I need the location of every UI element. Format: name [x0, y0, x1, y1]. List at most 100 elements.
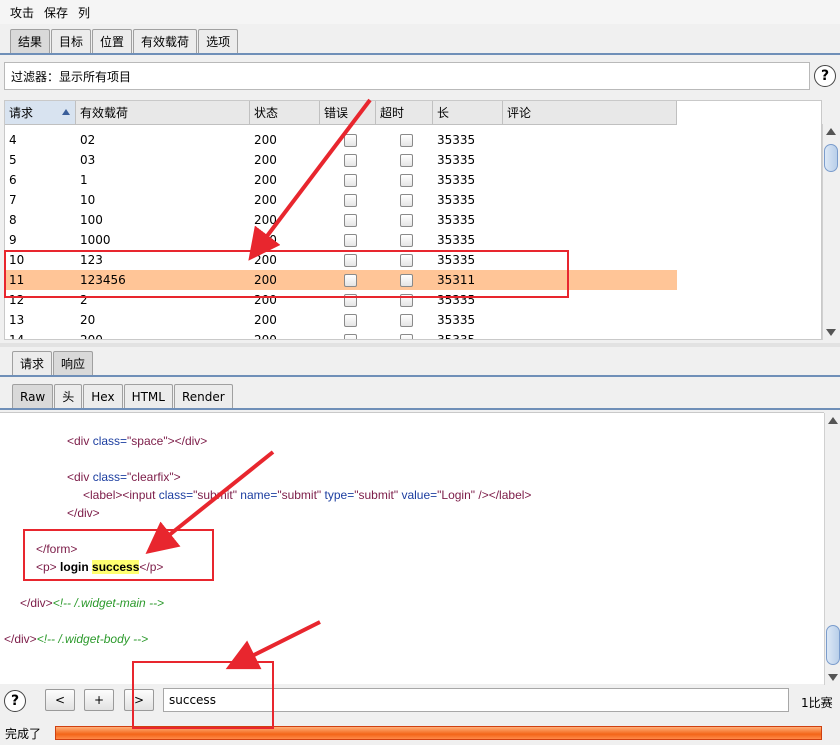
- split-divider[interactable]: [0, 343, 840, 347]
- tab-options[interactable]: 选项: [198, 29, 239, 53]
- error-checkbox[interactable]: [344, 173, 357, 187]
- tab-payloads[interactable]: 有效载荷: [133, 29, 198, 53]
- table-row[interactable]: 14 200 200 35335: [5, 330, 677, 340]
- table-row[interactable]: 13 20 200 35335: [5, 310, 677, 330]
- timeout-checkbox[interactable]: [400, 133, 413, 147]
- cell-payload: 200: [80, 333, 103, 340]
- cell-timeout: [376, 330, 433, 339]
- error-checkbox[interactable]: [344, 253, 357, 267]
- search-next-button[interactable]: >: [124, 689, 154, 711]
- col-error[interactable]: 错误: [320, 101, 376, 124]
- tab-hex[interactable]: Hex: [83, 384, 123, 408]
- error-checkbox[interactable]: [344, 153, 357, 167]
- cell-payload: 123456: [80, 273, 126, 287]
- error-checkbox[interactable]: [344, 333, 357, 339]
- table-row[interactable]: 5 03 200 35335: [5, 150, 677, 170]
- cell-length: 35311: [437, 273, 476, 287]
- response-code-view[interactable]: <div class="space"></div> <div class="cl…: [0, 412, 824, 684]
- table-row[interactable]: 6 1 200 35335: [5, 170, 677, 190]
- timeout-checkbox[interactable]: [400, 273, 413, 287]
- code-scrollbar[interactable]: [824, 413, 840, 685]
- detail-tabs: 请求 响应: [12, 351, 94, 375]
- scroll-down-icon[interactable]: [826, 329, 836, 336]
- timeout-checkbox[interactable]: [400, 313, 413, 327]
- col-payload[interactable]: 有效载荷: [76, 101, 250, 124]
- tab-headers[interactable]: 头: [54, 384, 83, 408]
- filter-bar[interactable]: 过滤器：显示所有项目: [4, 62, 810, 90]
- menu-columns[interactable]: 列: [78, 4, 90, 21]
- timeout-checkbox[interactable]: [400, 333, 413, 339]
- view-tab-divider: [0, 408, 840, 410]
- col-status[interactable]: 状态: [250, 101, 320, 124]
- search-help-icon[interactable]: ?: [4, 690, 26, 712]
- table-scrollbar[interactable]: [822, 124, 838, 340]
- table-row[interactable]: 11 123456 200 35311: [5, 270, 677, 290]
- cell-error: [320, 330, 376, 339]
- tab-request[interactable]: 请求: [12, 351, 53, 375]
- progress-bar: [55, 726, 822, 740]
- timeout-checkbox[interactable]: [400, 213, 413, 227]
- match-count: 1比赛: [801, 696, 833, 710]
- table-scroll-thumb[interactable]: [824, 144, 838, 172]
- table-row[interactable]: 8 100 200 35335: [5, 210, 677, 230]
- menu-save[interactable]: 保存: [44, 4, 68, 21]
- sort-ascending-icon: [62, 109, 70, 115]
- col-timeout[interactable]: 超时: [376, 101, 433, 124]
- error-checkbox[interactable]: [344, 193, 357, 207]
- cell-error: [320, 170, 376, 190]
- error-checkbox[interactable]: [344, 273, 357, 287]
- cell-payload: 1000: [80, 233, 111, 247]
- view-tabs: Raw 头 Hex HTML Render: [12, 384, 234, 408]
- cell-request: 12: [9, 293, 25, 307]
- tab-positions[interactable]: 位置: [92, 29, 133, 53]
- timeout-checkbox[interactable]: [400, 153, 413, 167]
- error-checkbox[interactable]: [344, 293, 357, 307]
- timeout-checkbox[interactable]: [400, 173, 413, 187]
- cell-timeout: [376, 190, 433, 210]
- search-match-highlight: success: [92, 560, 140, 574]
- col-length[interactable]: 长: [433, 101, 503, 124]
- scroll-down-icon[interactable]: [828, 674, 838, 681]
- code-scroll-thumb[interactable]: [826, 625, 840, 665]
- cell-error: [320, 290, 376, 310]
- col-comment[interactable]: 评论: [503, 101, 677, 124]
- timeout-checkbox[interactable]: [400, 233, 413, 247]
- tab-raw[interactable]: Raw: [12, 384, 54, 408]
- filter-help-icon[interactable]: ?: [814, 65, 836, 87]
- code-line: <div class="clearfix">: [67, 470, 181, 484]
- cell-request: 14: [9, 333, 25, 340]
- timeout-checkbox[interactable]: [400, 253, 413, 267]
- tab-render[interactable]: Render: [173, 384, 233, 408]
- cell-timeout: [376, 270, 433, 290]
- code-line-success: <p> login success</p>: [36, 560, 164, 574]
- table-row[interactable]: 10 123 200 35335: [5, 250, 677, 270]
- search-prev-button[interactable]: <: [45, 689, 75, 711]
- scroll-up-icon[interactable]: [828, 417, 838, 424]
- cell-comment: [503, 270, 677, 290]
- tab-html[interactable]: HTML: [123, 384, 173, 408]
- cell-comment: [503, 170, 677, 190]
- search-add-button[interactable]: +: [84, 689, 114, 711]
- timeout-checkbox[interactable]: [400, 193, 413, 207]
- table-row[interactable]: 12 2 200 35335: [5, 290, 677, 310]
- table-row[interactable]: 4 02 200 35335: [5, 130, 677, 150]
- tab-target[interactable]: 目标: [51, 29, 92, 53]
- cell-payload: 03: [80, 153, 96, 167]
- table-row[interactable]: 9 1000 200 35335: [5, 230, 677, 250]
- search-input[interactable]: success: [163, 688, 789, 712]
- tab-results[interactable]: 结果: [10, 29, 51, 53]
- main-tab-divider: [0, 53, 840, 55]
- col-request[interactable]: 请求: [5, 101, 76, 124]
- timeout-checkbox[interactable]: [400, 293, 413, 307]
- table-row[interactable]: 7 10 200 35335: [5, 190, 677, 210]
- cell-length: 35335: [437, 153, 476, 167]
- error-checkbox[interactable]: [344, 133, 357, 147]
- error-checkbox[interactable]: [344, 213, 357, 227]
- cell-status: 200: [254, 293, 277, 307]
- menu-attack[interactable]: 攻击: [10, 4, 34, 21]
- scroll-up-icon[interactable]: [826, 128, 836, 135]
- cell-comment: [503, 330, 677, 339]
- error-checkbox[interactable]: [344, 313, 357, 327]
- tab-response[interactable]: 响应: [53, 351, 94, 375]
- error-checkbox[interactable]: [344, 233, 357, 247]
